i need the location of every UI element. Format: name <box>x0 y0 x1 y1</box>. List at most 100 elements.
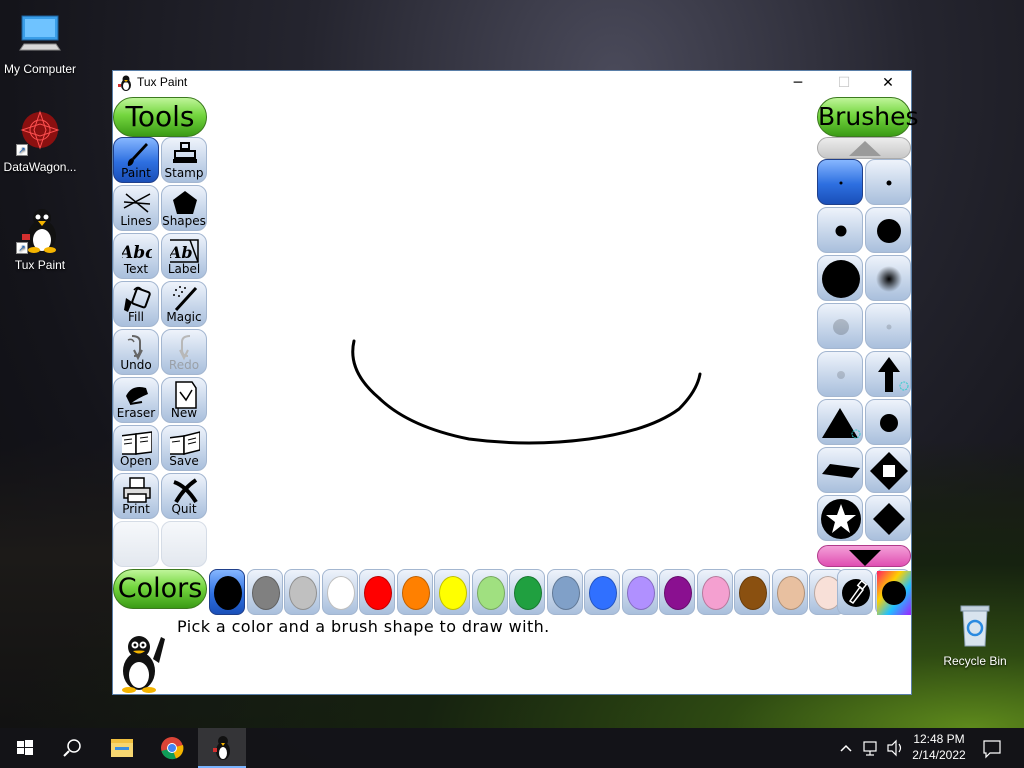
desktop-icon-recycle-bin[interactable]: Recycle Bin <box>935 602 1015 668</box>
color-picker-dropper-icon <box>842 579 870 607</box>
computer-icon <box>16 10 64 58</box>
taskbar-chrome[interactable] <box>148 728 196 768</box>
tool-label: Open <box>119 454 153 468</box>
color-swatch <box>439 576 467 610</box>
show-hidden-icons-button[interactable] <box>836 728 856 768</box>
small-dot-brush-icon <box>886 180 892 186</box>
rainbow-color-button[interactable] <box>875 569 911 615</box>
tool-undo-button[interactable]: Undo <box>113 329 159 375</box>
start-button[interactable] <box>0 728 48 768</box>
brush-round[interactable] <box>865 399 911 445</box>
brush-medium-dot[interactable] <box>817 207 863 253</box>
desktop-icon-datawagon[interactable]: ↗ DataWagon... <box>0 108 80 174</box>
color-swatch-button[interactable] <box>509 569 545 615</box>
brush-faint-large[interactable] <box>817 303 863 349</box>
close-button[interactable]: ✕ <box>865 71 911 95</box>
tool-quit-button[interactable]: Quit <box>161 473 207 519</box>
color-swatch <box>589 576 617 610</box>
color-swatch-button[interactable] <box>246 569 283 615</box>
brushes-header: Brushes <box>817 97 919 137</box>
brush-arrow-up[interactable] <box>865 351 911 397</box>
tool-lines-button[interactable]: Lines <box>113 185 159 231</box>
tool-label: Label <box>167 262 201 276</box>
chevron-up-icon <box>849 141 881 156</box>
tool-stamp-button[interactable]: Stamp <box>161 137 207 183</box>
brush-small-dot[interactable] <box>865 159 911 205</box>
tool-label-button[interactable]: Ab Label <box>161 233 207 279</box>
round-brush-icon <box>880 414 898 432</box>
tool-new-button[interactable]: New <box>161 377 207 423</box>
tool-shapes-button[interactable]: Shapes <box>161 185 207 231</box>
color-swatch-button[interactable] <box>584 569 620 615</box>
color-swatch-button[interactable] <box>396 569 433 615</box>
tool-eraser-button[interactable]: Eraser <box>113 377 159 423</box>
clock-date: 2/14/2022 <box>912 748 966 762</box>
color-swatch-button[interactable] <box>209 569 245 615</box>
tool-magic-button[interactable]: Magic <box>161 281 207 327</box>
tux-mascot-icon <box>115 631 171 693</box>
notification-center-button[interactable] <box>976 728 1024 768</box>
color-swatch <box>551 576 580 610</box>
brush-diamond-square[interactable] <box>865 447 911 493</box>
brush-triangle[interactable] <box>817 399 863 445</box>
color-swatch <box>701 576 730 610</box>
color-swatch-button[interactable] <box>696 569 733 615</box>
brush-star[interactable] <box>817 495 863 541</box>
desktop-icon-my-computer[interactable]: My Computer <box>0 10 80 76</box>
maximize-button[interactable]: ☐ <box>821 71 867 95</box>
desktop-icon-tux-paint[interactable]: ↗ Tux Paint <box>0 206 80 272</box>
color-swatch-button[interactable] <box>546 569 583 615</box>
brushes-scroll-down-button[interactable] <box>817 545 911 567</box>
notification-icon <box>983 740 1001 759</box>
color-swatch-button[interactable] <box>321 569 358 615</box>
network-icon <box>863 741 877 756</box>
diamond-square-brush-icon <box>870 452 908 490</box>
desktop-icon-label: DataWagon... <box>3 160 77 174</box>
clock-button[interactable]: 12:48 PM 2/14/2022 <box>906 732 972 762</box>
tool-label: Print <box>122 502 150 516</box>
color-swatch-button[interactable] <box>471 569 508 615</box>
brush-diamond[interactable] <box>865 495 911 541</box>
tool-open-button[interactable]: Open <box>113 425 159 471</box>
brush-faint-small[interactable] <box>865 303 911 349</box>
tool-save-button[interactable]: Save <box>161 425 207 471</box>
tool-redo-button[interactable]: Redo <box>161 329 207 375</box>
tool-fill-button[interactable]: Fill <box>113 281 159 327</box>
large-dot-brush-icon <box>877 219 901 243</box>
brush-diamond-flat[interactable] <box>817 447 863 493</box>
color-swatch <box>214 576 242 610</box>
taskbar-file-explorer[interactable] <box>98 728 146 768</box>
tool-label: Magic <box>166 310 202 324</box>
close-icon: ✕ <box>882 75 894 91</box>
tool-label: Lines <box>120 214 152 228</box>
tool-label: Stamp <box>164 166 204 180</box>
color-picker-button[interactable] <box>837 569 873 615</box>
search-button[interactable] <box>48 728 96 768</box>
color-swatch-button[interactable] <box>771 569 808 615</box>
tools-header: Tools <box>113 97 207 137</box>
chevron-down-icon <box>849 550 881 566</box>
drawing-canvas[interactable] <box>209 95 817 569</box>
color-swatch-button[interactable] <box>434 569 470 615</box>
color-swatch-button[interactable] <box>359 569 395 615</box>
brush-tiny-dot[interactable] <box>817 159 863 205</box>
network-button[interactable] <box>860 728 882 768</box>
color-swatch-button[interactable] <box>734 569 770 615</box>
tool-paint-button[interactable]: Paint <box>113 137 159 183</box>
minimize-button[interactable]: ─ <box>775 71 821 95</box>
brushes-scroll-up-button[interactable] <box>817 137 911 159</box>
tool-print-button[interactable]: Print <box>113 473 159 519</box>
brush-xlarge-dot[interactable] <box>817 255 863 301</box>
volume-button[interactable] <box>884 728 906 768</box>
color-swatch-button[interactable] <box>284 569 320 615</box>
brush-fuzzy-dot[interactable] <box>865 255 911 301</box>
taskbar-tux-paint[interactable] <box>198 728 246 768</box>
shortcut-arrow-icon: ↗ <box>16 242 28 254</box>
brush-large-dot[interactable] <box>865 207 911 253</box>
color-swatch-button[interactable] <box>621 569 658 615</box>
brush-faint-tiny[interactable] <box>817 351 863 397</box>
window-titlebar[interactable]: Tux Paint ─ ☐ ✕ <box>113 71 911 95</box>
color-swatch-button[interactable] <box>659 569 695 615</box>
tool-text-button[interactable]: Abc Text <box>113 233 159 279</box>
color-swatch <box>626 576 655 610</box>
